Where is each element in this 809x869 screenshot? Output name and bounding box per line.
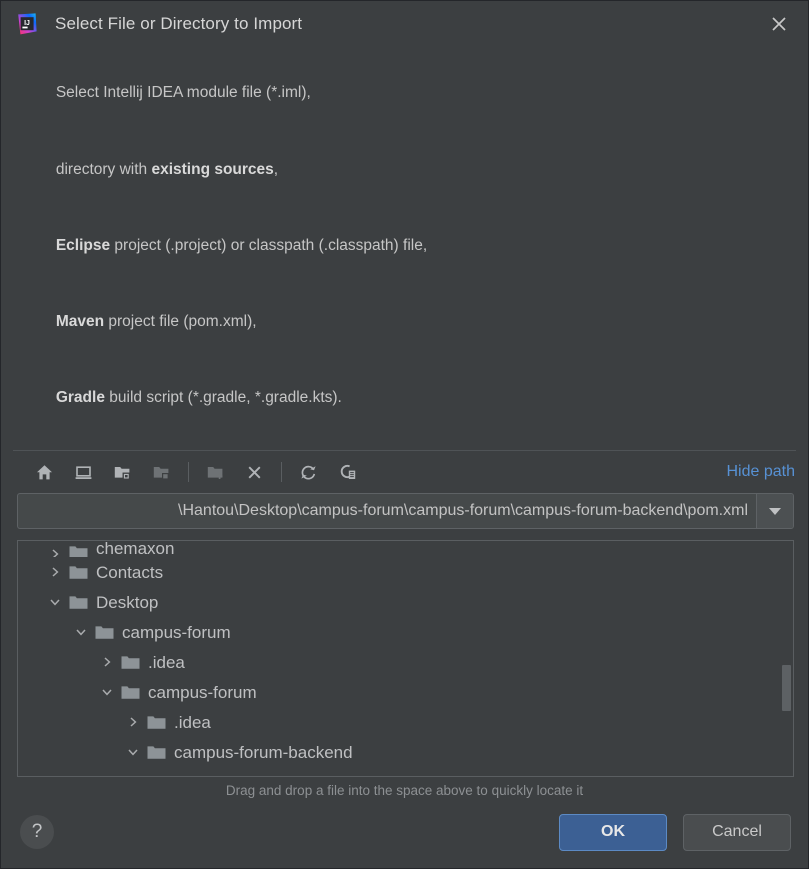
folder-icon	[66, 565, 90, 580]
description-emphasis: existing sources	[151, 160, 274, 178]
chevron-right-icon[interactable]	[96, 656, 118, 668]
tree-scrollbar[interactable]	[779, 541, 793, 776]
path-field-container: \Hantou\Desktop\campus-forum\campus-foru…	[17, 493, 794, 530]
chevron-right-icon[interactable]	[44, 566, 66, 578]
import-file-dialog: IJ Select File or Directory to Import Se…	[0, 0, 809, 869]
path-input-value: \Hantou\Desktop\campus-forum\campus-foru…	[178, 502, 748, 520]
chevron-down-icon[interactable]	[96, 686, 118, 698]
hide-path-link[interactable]: Hide path	[727, 463, 796, 481]
close-icon[interactable]	[762, 7, 796, 41]
tree-row-label: campus-forum	[122, 622, 231, 642]
tree-row[interactable]: Desktop	[18, 587, 793, 617]
dialog-titlebar: IJ Select File or Directory to Import	[1, 1, 808, 47]
dialog-footer: ? OK Cancel	[1, 802, 808, 868]
description-text: project (.project) or classpath (.classp…	[110, 236, 428, 254]
tree-scrollbar-thumb[interactable]	[782, 665, 791, 712]
desktop-icon[interactable]	[68, 458, 98, 486]
description-text: build script (*.gradle, *.gradle.kts).	[104, 389, 342, 407]
folder-icon	[144, 745, 168, 760]
folder-icon	[144, 715, 168, 730]
chevron-down-icon[interactable]	[122, 746, 144, 758]
folder-icon	[118, 685, 142, 700]
chevron-right-icon[interactable]	[44, 548, 66, 558]
toolbar-separator-1	[188, 462, 189, 483]
ok-button[interactable]: OK	[559, 813, 667, 851]
dialog-description: Select Intellij IDEA module file (*.iml)…	[1, 47, 808, 450]
delete-icon[interactable]	[239, 458, 269, 486]
description-line-2: directory with existing sources,	[30, 131, 808, 207]
description-line-4: Maven project file (pom.xml),	[30, 284, 808, 360]
description-line-5: Gradle build script (*.gradle, *.gradle.…	[30, 360, 808, 436]
chevron-down-icon	[769, 507, 781, 515]
new-folder-icon	[200, 458, 230, 486]
refresh-icon[interactable]	[293, 458, 323, 486]
tree-row-label: Desktop	[96, 592, 159, 612]
file-tree-container: chemaxon Contacts Desktop campus-forum .idea…	[17, 540, 794, 777]
description-text: directory with	[55, 160, 152, 178]
tree-row-label: campus-forum-backend	[174, 742, 353, 762]
tree-row[interactable]: .idea	[18, 707, 793, 737]
tree-row[interactable]: campus-forum-backend	[18, 737, 793, 767]
folder-icon	[66, 595, 90, 610]
cancel-button[interactable]: Cancel	[683, 813, 791, 851]
description-text: ,	[273, 160, 279, 178]
tree-row-label: campus-forum	[148, 682, 257, 702]
folder-icon	[170, 775, 194, 776]
path-dropdown-button[interactable]	[756, 494, 793, 529]
description-emphasis: Eclipse	[55, 236, 111, 254]
file-tree[interactable]: chemaxon Contacts Desktop campus-forum .idea…	[18, 541, 793, 776]
description-emphasis: Gradle	[55, 389, 105, 407]
help-button[interactable]: ?	[20, 815, 54, 849]
toolbar-container: Hide path	[13, 450, 796, 493]
folder-icon	[118, 655, 142, 670]
tree-row-label: src	[200, 774, 223, 776]
path-input[interactable]: \Hantou\Desktop\campus-forum\campus-foru…	[18, 494, 756, 528]
tree-row[interactable]: campus-forum	[18, 677, 793, 707]
chevron-down-icon[interactable]	[44, 596, 66, 608]
tree-row[interactable]: chemaxon	[18, 541, 793, 558]
tree-row[interactable]: Contacts	[18, 557, 793, 587]
home-icon[interactable]	[29, 458, 59, 486]
toolbar-separator-2	[281, 462, 282, 483]
tree-row-label: Contacts	[96, 562, 164, 582]
chevron-right-icon[interactable]	[122, 716, 144, 728]
show-hidden-files-icon[interactable]	[332, 458, 362, 486]
dialog-title: Select File or Directory to Import	[55, 14, 303, 33]
description-line-3: Eclipse project (.project) or classpath …	[30, 207, 808, 283]
tree-row-label: chemaxon	[96, 541, 175, 558]
description-text: project file (pom.xml),	[104, 313, 257, 331]
tree-row-label: .idea	[148, 652, 185, 672]
tree-row[interactable]: .idea	[18, 647, 793, 677]
description-line-1: Select Intellij IDEA module file (*.iml)…	[30, 55, 808, 131]
tree-row[interactable]: campus-forum	[18, 617, 793, 647]
file-chooser-toolbar: Hide path	[13, 451, 796, 493]
chevron-down-icon[interactable]	[70, 626, 92, 638]
tree-row[interactable]: src	[18, 767, 793, 776]
module-folder-icon	[146, 458, 176, 486]
folder-icon	[66, 545, 90, 558]
svg-text:IJ: IJ	[24, 20, 30, 27]
tree-row-label: .idea	[174, 712, 211, 732]
description-emphasis: Maven	[55, 313, 105, 331]
folder-icon	[92, 625, 116, 640]
drag-drop-hint: Drag and drop a file into the space abov…	[225, 783, 584, 798]
intellij-idea-logo-icon: IJ	[15, 12, 39, 36]
project-folder-icon[interactable]	[107, 458, 137, 486]
description-text: Select Intellij IDEA module file (*.iml)…	[55, 84, 311, 102]
